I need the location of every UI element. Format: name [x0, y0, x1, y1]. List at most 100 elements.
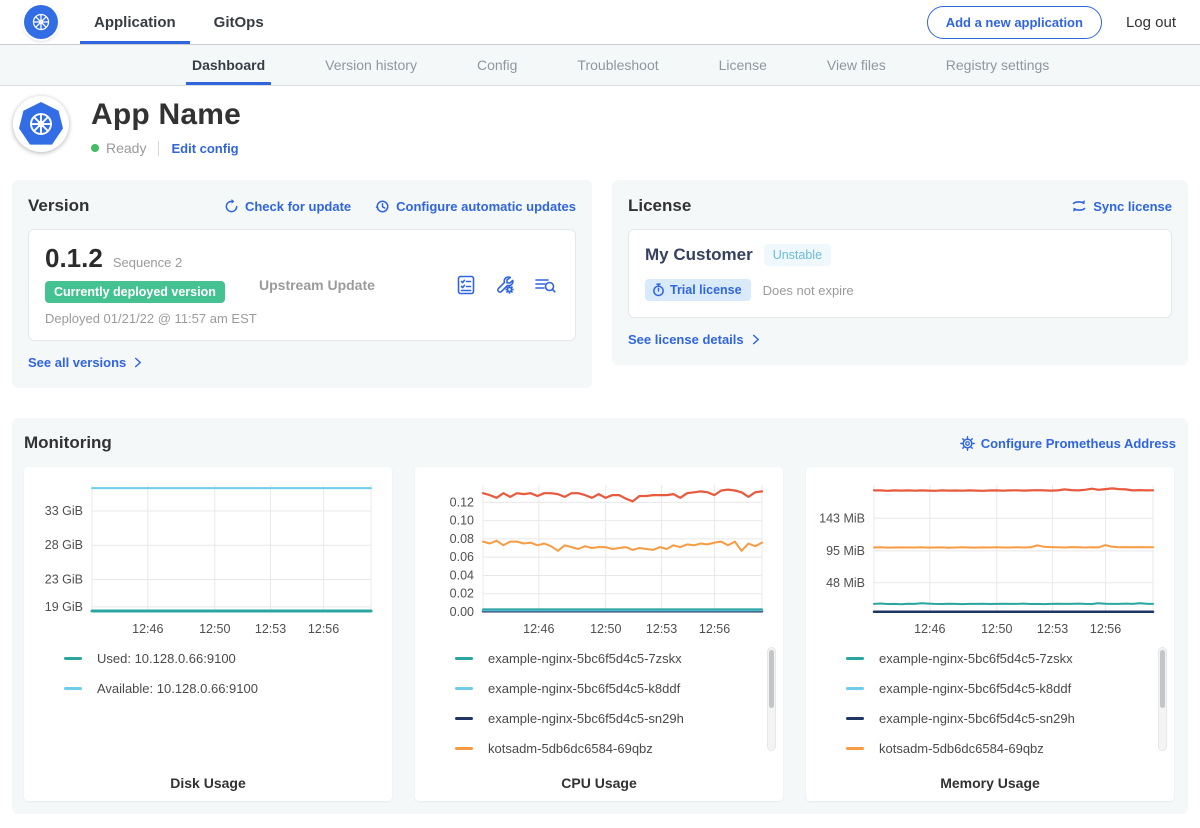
legend-color-dash [64, 687, 82, 690]
legend-color-dash [455, 717, 473, 720]
chevron-right-icon [132, 357, 143, 368]
configure-automatic-updates-label: Configure automatic updates [396, 199, 576, 214]
see-license-details-label: See license details [628, 332, 744, 347]
svg-text:19 GiB: 19 GiB [45, 600, 83, 614]
legend-color-dash [455, 687, 473, 690]
legend-item: example-nginx-5bc6f5d4c5-7zskx [846, 651, 1150, 666]
license-card: License Sync license My Custo [612, 180, 1188, 365]
svg-text:12:50: 12:50 [590, 622, 621, 636]
legend-item: kotsadm-5db6dc6584-69qbz [455, 741, 759, 756]
trial-license-label: Trial license [670, 283, 742, 297]
version-number: 0.1.2 [45, 243, 103, 274]
customer-name: My Customer [645, 245, 753, 265]
deploy-logs-icon[interactable] [533, 274, 557, 296]
legend-scrollbar-thumb[interactable] [769, 650, 774, 708]
monitoring-title: Monitoring [24, 433, 112, 453]
license-card-title: License [628, 196, 691, 216]
top-tab-gitops[interactable]: GitOps [208, 0, 270, 44]
check-for-update-link[interactable]: Check for update [224, 199, 351, 214]
top-nav-tabs: Application GitOps [88, 0, 296, 44]
legend-item: example-nginx-5bc6f5d4c5-k8ddf [455, 681, 759, 696]
tab-troubleshoot[interactable]: Troubleshoot [575, 45, 660, 85]
see-all-versions-link[interactable]: See all versions [28, 355, 143, 370]
tab-registry-settings[interactable]: Registry settings [944, 45, 1051, 85]
tab-version-history[interactable]: Version history [323, 45, 419, 85]
clock-refresh-icon [375, 199, 390, 214]
monitoring-card: Monitoring Configure Prometheus Address [12, 418, 1188, 814]
svg-text:12:56: 12:56 [1090, 622, 1121, 636]
legend-label: Available: 10.128.0.66:9100 [97, 681, 258, 696]
cpu-usage-legend: example-nginx-5bc6f5d4c5-7zskx example-ng… [415, 645, 783, 767]
svg-text:12:50: 12:50 [981, 622, 1012, 636]
chevron-right-icon [750, 334, 761, 345]
configure-prometheus-label: Configure Prometheus Address [981, 436, 1176, 451]
svg-text:28 GiB: 28 GiB [45, 538, 83, 552]
kubernetes-logo-icon[interactable] [24, 5, 58, 39]
svg-text:0.10: 0.10 [450, 514, 474, 528]
legend-scrollbar[interactable] [767, 647, 776, 751]
legend-color-dash [846, 717, 864, 720]
svg-text:0.00: 0.00 [450, 605, 474, 619]
top-nav: Application GitOps Add a new application… [0, 0, 1200, 45]
channel-badge: Unstable [764, 244, 831, 266]
app-sub-nav: Dashboard Version history Config Trouble… [0, 45, 1200, 86]
chart-plot: 0.000.020.040.060.080.100.1212:4612:5012… [415, 467, 783, 645]
svg-text:12:53: 12:53 [1037, 622, 1068, 636]
edit-config-link[interactable]: Edit config [171, 141, 238, 156]
memory-usage-chart: 48 MiB95 MiB143 MiB12:4612:5012:5312:56 … [806, 467, 1174, 801]
deployed-timestamp: Deployed 01/21/22 @ 11:57 am EST [45, 311, 559, 326]
tab-license[interactable]: License [717, 45, 769, 85]
svg-text:0.08: 0.08 [450, 532, 474, 546]
see-license-details-link[interactable]: See license details [628, 332, 761, 347]
tab-view-files[interactable]: View files [825, 45, 888, 85]
check-for-update-label: Check for update [245, 199, 351, 214]
svg-text:12:56: 12:56 [699, 622, 730, 636]
legend-color-dash [455, 747, 473, 750]
chart-plot: 19 GiB23 GiB28 GiB33 GiB12:4612:5012:531… [24, 467, 392, 645]
sync-license-label: Sync license [1093, 199, 1172, 214]
currently-deployed-badge: Currently deployed version [45, 281, 225, 303]
configure-automatic-updates-link[interactable]: Configure automatic updates [375, 199, 576, 214]
legend-item: example-nginx-5bc6f5d4c5-sn29h [846, 711, 1150, 726]
sync-arrows-icon [1071, 199, 1087, 213]
legend-label: example-nginx-5bc6f5d4c5-7zskx [488, 651, 682, 666]
legend-item: example-nginx-5bc6f5d4c5-sn29h [455, 711, 759, 726]
legend-label: example-nginx-5bc6f5d4c5-sn29h [879, 711, 1075, 726]
chart-title: CPU Usage [415, 775, 783, 791]
svg-text:0.02: 0.02 [450, 587, 474, 601]
legend-scrollbar[interactable] [1158, 647, 1167, 751]
sync-license-link[interactable]: Sync license [1071, 199, 1172, 214]
svg-text:48 MiB: 48 MiB [826, 576, 865, 590]
legend-color-dash [846, 747, 864, 750]
cpu-usage-chart: 0.000.020.040.060.080.100.1212:4612:5012… [415, 467, 783, 801]
legend-label: kotsadm-5db6dc6584-69qbz [879, 741, 1044, 756]
app-logo-icon [13, 96, 69, 152]
legend-scrollbar-thumb[interactable] [1160, 650, 1165, 708]
svg-text:143 MiB: 143 MiB [819, 511, 865, 525]
tab-dashboard[interactable]: Dashboard [190, 45, 267, 85]
svg-text:0.12: 0.12 [450, 495, 474, 509]
svg-text:12:53: 12:53 [646, 622, 677, 636]
release-notes-icon[interactable] [455, 274, 477, 296]
svg-text:95 MiB: 95 MiB [826, 544, 865, 558]
svg-text:0.04: 0.04 [450, 568, 474, 582]
svg-text:12:46: 12:46 [523, 622, 554, 636]
top-tab-application[interactable]: Application [88, 0, 182, 44]
disk-usage-legend: Used: 10.128.0.66:9100Available: 10.128.… [24, 645, 392, 767]
svg-text:12:46: 12:46 [914, 622, 945, 636]
tab-config[interactable]: Config [475, 45, 519, 85]
legend-item: example-nginx-5bc6f5d4c5-k8ddf [846, 681, 1150, 696]
logout-link[interactable]: Log out [1126, 14, 1176, 31]
legend-color-dash [846, 657, 864, 660]
legend-color-dash [846, 687, 864, 690]
memory-usage-legend: example-nginx-5bc6f5d4c5-7zskx example-ng… [806, 645, 1174, 767]
add-application-button[interactable]: Add a new application [927, 6, 1102, 39]
legend-color-dash [455, 657, 473, 660]
configure-prometheus-link[interactable]: Configure Prometheus Address [960, 436, 1176, 451]
config-wrench-icon[interactable] [494, 274, 516, 296]
svg-text:12:50: 12:50 [199, 622, 230, 636]
app-header: App Name Ready Edit config [0, 86, 1200, 172]
gear-icon [960, 436, 975, 451]
disk-usage-chart: 19 GiB23 GiB28 GiB33 GiB12:4612:5012:531… [24, 467, 392, 801]
license-expiry: Does not expire [763, 283, 854, 298]
